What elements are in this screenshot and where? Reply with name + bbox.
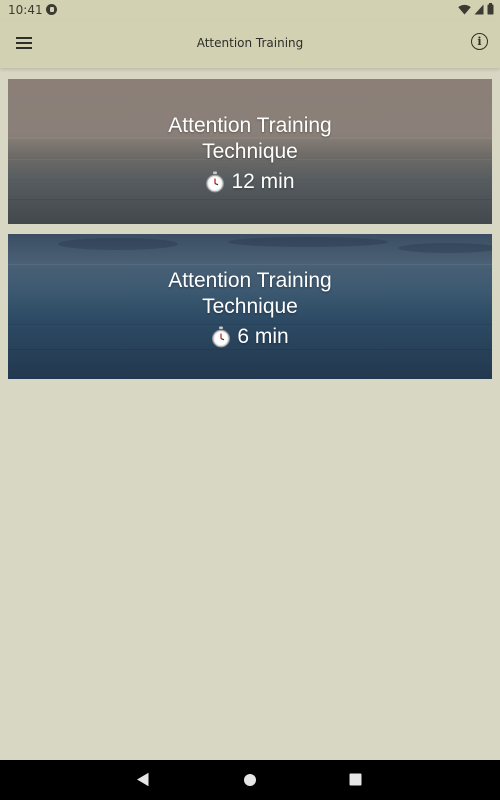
wifi-icon bbox=[458, 4, 471, 14]
stopwatch-icon bbox=[212, 326, 231, 348]
home-icon[interactable] bbox=[243, 773, 257, 787]
app-notification-icon bbox=[46, 4, 57, 15]
session-title-line2: Technique bbox=[202, 295, 298, 318]
session-duration-text: 6 min bbox=[237, 325, 289, 348]
session-duration-text: 12 min bbox=[231, 170, 295, 193]
session-title: Attention Training Technique bbox=[8, 113, 492, 165]
session-card-12-min[interactable]: Attention Training Technique 12 min bbox=[8, 79, 492, 224]
recents-icon[interactable] bbox=[349, 773, 362, 786]
status-time: 10:41 bbox=[8, 3, 43, 17]
session-duration: 6 min bbox=[8, 325, 492, 349]
session-title: Attention Training Technique bbox=[8, 268, 492, 320]
session-title-line1: Attention Training bbox=[168, 269, 332, 292]
signal-icon bbox=[474, 4, 484, 14]
status-bar: 10:41 bbox=[0, 0, 500, 20]
stopwatch-icon bbox=[206, 171, 225, 193]
session-title-line2: Technique bbox=[202, 140, 298, 163]
back-icon[interactable] bbox=[136, 772, 150, 787]
page-title: Attention Training bbox=[196, 36, 304, 50]
status-icons bbox=[458, 3, 494, 15]
session-duration: 12 min bbox=[8, 170, 492, 194]
system-nav-bar bbox=[0, 760, 500, 800]
session-title-line1: Attention Training bbox=[168, 114, 332, 137]
battery-icon bbox=[487, 3, 494, 15]
app-bar: Attention Training i bbox=[0, 20, 500, 68]
session-card-6-min[interactable]: Attention Training Technique 6 min bbox=[8, 234, 492, 379]
info-icon[interactable]: i bbox=[471, 33, 488, 50]
